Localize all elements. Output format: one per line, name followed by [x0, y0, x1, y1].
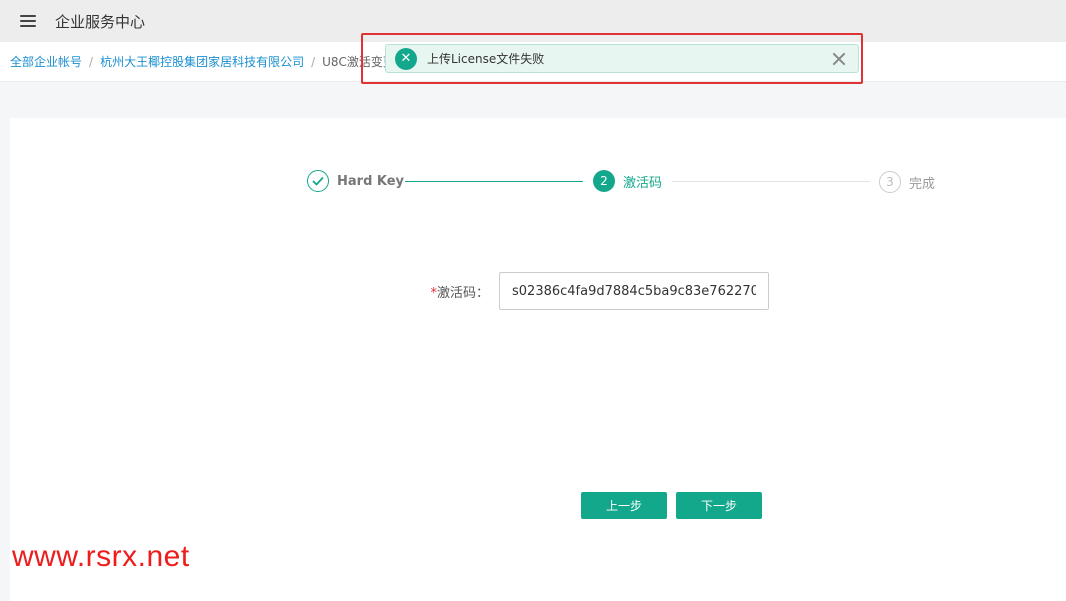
- step-label: Hard Key: [337, 173, 405, 189]
- breadcrumb-company[interactable]: 杭州大王椰控股集团家居科技有限公司: [100, 53, 304, 70]
- step-number: 2: [593, 170, 615, 192]
- error-icon: ✕: [395, 47, 417, 70]
- main-card: Hard Key 2 激活码 3 完成 *激活码： 上一步 下一步: [10, 118, 1066, 601]
- breadcrumb-separator: /: [89, 54, 94, 69]
- step-connector-pending: [672, 181, 870, 182]
- step-label: 完成: [909, 176, 936, 192]
- step-activation-code: 2 激活码: [593, 170, 662, 192]
- activation-code-label: *激活码：: [414, 282, 489, 301]
- check-icon: [307, 170, 329, 192]
- step-label: 激活码: [623, 175, 663, 191]
- prev-button[interactable]: 上一步: [581, 492, 667, 519]
- activation-code-row: *激活码：: [414, 272, 769, 310]
- activation-code-input[interactable]: [499, 272, 769, 310]
- watermark: www.rsrx.net: [12, 540, 190, 573]
- step-number: 3: [879, 171, 901, 193]
- next-button[interactable]: 下一步: [676, 492, 762, 519]
- app-title: 企业服务中心: [55, 12, 146, 31]
- error-toast: ✕ 上传License文件失败: [385, 44, 859, 73]
- breadcrumb-separator: /: [311, 54, 316, 69]
- step-connector-done: [405, 181, 583, 182]
- menu-icon[interactable]: [20, 15, 36, 27]
- toast-message: 上传License文件失败: [427, 52, 545, 66]
- label-text: 激活码：: [436, 285, 489, 301]
- close-icon[interactable]: [832, 52, 846, 66]
- breadcrumb-all-accounts[interactable]: 全部企业帐号: [10, 53, 82, 70]
- step-finish: 3 完成: [879, 171, 935, 193]
- step-hard-key: Hard Key: [307, 170, 404, 192]
